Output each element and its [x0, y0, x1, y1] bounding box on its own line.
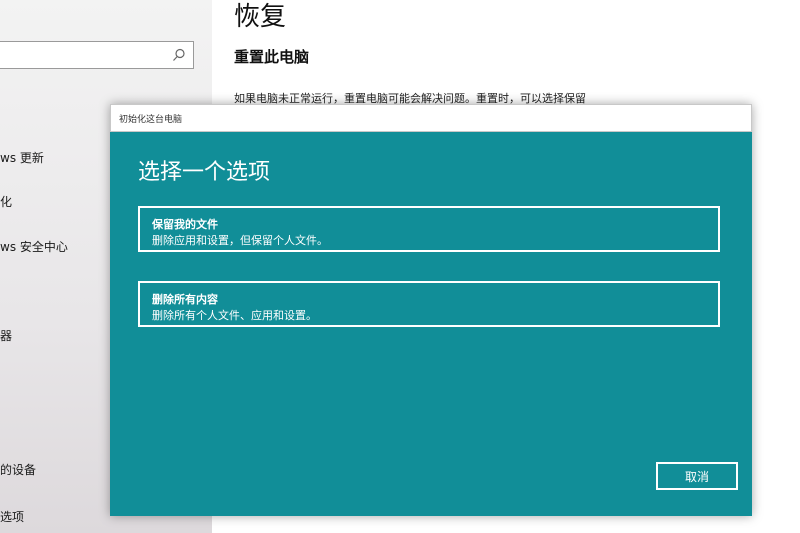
sidebar-item-developer-options[interactable]: 选项 [0, 508, 24, 525]
dialog-heading: 选择一个选项 [138, 160, 271, 185]
search-icon [173, 48, 185, 61]
section-title: 重置此电脑 [234, 48, 310, 66]
remove-everything-option[interactable]: 删除所有内容 删除所有个人文件、应用和设置。 [138, 281, 720, 327]
dialog-titlebar[interactable]: 初始化这台电脑 [110, 104, 752, 132]
option-title: 保留我的文件 [152, 218, 218, 231]
sidebar-item-backup[interactable]: 器 [0, 327, 12, 344]
sidebar-item-optimization[interactable]: 化 [0, 193, 12, 210]
reset-dialog: 初始化这台电脑 选择一个选项 保留我的文件 删除应用和设置，但保留个人文件。 删… [110, 104, 752, 516]
cancel-button[interactable]: 取消 [656, 462, 738, 490]
search-input[interactable] [0, 41, 194, 69]
dialog-body: 选择一个选项 保留我的文件 删除应用和设置，但保留个人文件。 删除所有内容 删除… [110, 132, 752, 516]
option-description: 删除所有个人文件、应用和设置。 [152, 309, 317, 322]
sidebar-item-windows-security[interactable]: ws 安全中心 [0, 238, 68, 255]
dialog-title: 初始化这台电脑 [119, 115, 183, 125]
sidebar-item-windows-update[interactable]: ws 更新 [0, 149, 44, 166]
page-title: 恢复 [234, 2, 287, 32]
option-title: 删除所有内容 [152, 293, 218, 306]
keep-files-option[interactable]: 保留我的文件 删除应用和设置，但保留个人文件。 [138, 206, 720, 252]
sidebar-item-find-device[interactable]: 的设备 [0, 461, 36, 478]
option-description: 删除应用和设置，但保留个人文件。 [152, 234, 328, 247]
